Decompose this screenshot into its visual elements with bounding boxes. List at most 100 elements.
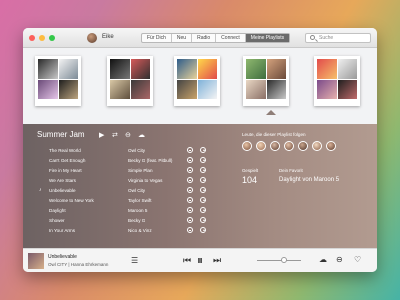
now-playing-artist: Owl CITY | Hanna Ehrkemann (48, 262, 109, 267)
follower-avatar[interactable] (326, 141, 336, 151)
remove-playlist-icon[interactable]: ⊖ (125, 131, 131, 139)
remove-icon[interactable]: ⊖ (336, 255, 343, 264)
tab-fuer-dich[interactable]: Für Dich (142, 34, 172, 42)
remove-track-icon[interactable] (187, 217, 193, 223)
username[interactable]: Eike (102, 34, 114, 40)
search-icon (310, 35, 315, 40)
follower-avatar[interactable] (270, 141, 280, 151)
cloud-download-icon[interactable] (200, 217, 206, 223)
played-label: Gespielt (242, 168, 259, 173)
window-controls (29, 35, 55, 41)
follower-avatar[interactable] (312, 141, 322, 151)
track-row[interactable]: Can't Get Enough Becky G (feat. Pitbull) (37, 156, 215, 166)
track-name: Daylight (49, 208, 66, 213)
remove-track-icon[interactable] (187, 147, 193, 153)
pause-button[interactable]: ⏸ (197, 253, 203, 268)
follower-avatar[interactable] (242, 141, 252, 151)
playlist-detail-panel: Summer Jam ▶ ⇄ ⊖ ☁ The Real World Owl Ci… (23, 124, 377, 248)
favorite-heart-icon[interactable]: ♡ (354, 255, 361, 264)
main-navigation-tabs: Für Dich Neu Radio Connect Meine Playlis… (141, 33, 291, 43)
track-artist: Virginia to Vegas (128, 178, 163, 183)
playlist-card[interactable] (35, 56, 81, 106)
follower-avatar[interactable] (284, 141, 294, 151)
zoom-window-button[interactable] (49, 35, 55, 41)
followers-heading: Leute, die dieser Playlist folgen (242, 132, 306, 137)
track-row-playing[interactable]: ♪ Unbelievable Owl City (37, 186, 215, 196)
search-placeholder: Suche (319, 35, 334, 41)
playlist-cover-grid (246, 59, 286, 99)
favorite-track: Daylight von Maroon 5 (279, 177, 340, 183)
playlist-title: Summer Jam (37, 130, 85, 139)
cloud-download-icon[interactable] (200, 177, 206, 183)
remove-track-icon[interactable] (187, 177, 193, 183)
playlist-cover-grid (317, 59, 357, 99)
cloud-download-icon[interactable]: ☁ (138, 131, 145, 139)
track-name: The Real World (49, 148, 81, 153)
remove-track-icon[interactable] (187, 197, 193, 203)
tab-neu[interactable]: Neu (172, 34, 193, 42)
track-artist: Becky G (128, 218, 146, 223)
playlist-card[interactable] (174, 56, 220, 106)
now-playing-artwork[interactable] (28, 253, 44, 269)
remove-track-icon[interactable] (187, 167, 193, 173)
track-row[interactable]: Shower Becky G (37, 216, 215, 226)
shuffle-icon[interactable]: ⇄ (112, 131, 118, 139)
track-artist: Owl City (128, 188, 146, 193)
favorite-label: Dein Favorit (279, 168, 303, 173)
track-row[interactable]: In Your Arms Nico & Vinz (37, 226, 215, 236)
queue-list-icon[interactable]: ☰ (131, 256, 138, 265)
cloud-download-icon[interactable] (200, 167, 206, 173)
track-artist: Taylor Swift (128, 198, 152, 203)
search-input[interactable]: Suche (305, 33, 371, 43)
cloud-download-icon[interactable] (200, 197, 206, 203)
track-list: The Real World Owl City Can't Get Enough… (37, 146, 215, 236)
cloud-download-icon[interactable] (200, 187, 206, 193)
cloud-download-icon[interactable] (200, 157, 206, 163)
track-artist: Nico & Vinz (128, 228, 152, 233)
track-row[interactable]: Fire in My Heart Simple Plan (37, 166, 215, 176)
playlist-card[interactable] (107, 56, 153, 106)
played-count: 104 (242, 175, 258, 185)
now-playing-icon: ♪ (39, 187, 42, 193)
tab-radio[interactable]: Radio (192, 34, 217, 42)
track-artist: Maroon 5 (128, 208, 148, 213)
follower-avatar[interactable] (298, 141, 308, 151)
remove-track-icon[interactable] (187, 187, 193, 193)
track-name: Unbelievable (49, 188, 76, 193)
cloud-download-icon[interactable]: ☁ (319, 255, 327, 264)
remove-track-icon[interactable] (187, 227, 193, 233)
track-row[interactable]: Welcome to New York Taylor Swift (37, 196, 215, 206)
follower-avatar[interactable] (256, 141, 266, 151)
track-name: Can't Get Enough (49, 158, 86, 163)
minimize-window-button[interactable] (39, 35, 45, 41)
active-playlist-indicator (266, 110, 276, 115)
volume-slider-knob[interactable] (281, 257, 288, 263)
remove-track-icon[interactable] (187, 157, 193, 163)
player-bar: Unbelievable Owl CITY | Hanna Ehrkemann … (23, 248, 377, 272)
close-window-button[interactable] (29, 35, 35, 41)
volume-slider-track[interactable] (257, 260, 301, 261)
cloud-download-icon[interactable] (200, 147, 206, 153)
track-row[interactable]: Daylight Maroon 5 (37, 206, 215, 216)
track-name: Welcome to New York (49, 198, 94, 203)
tab-connect[interactable]: Connect (216, 34, 246, 42)
track-name: We Are Stars (49, 178, 76, 183)
track-artist: Becky G (feat. Pitbull) (128, 158, 173, 163)
play-playlist-button[interactable]: ▶ (99, 131, 104, 139)
next-track-button[interactable]: ⏭ (213, 255, 221, 266)
tab-meine-playlists[interactable]: Meine Playlists (245, 34, 290, 42)
user-avatar[interactable] (87, 33, 97, 43)
previous-track-button[interactable]: ⏮ (183, 255, 191, 266)
cloud-download-icon[interactable] (200, 227, 206, 233)
playlist-cover-grid (177, 59, 217, 99)
track-name: Shower (49, 218, 65, 223)
track-row[interactable]: We Are Stars Virginia to Vegas (37, 176, 215, 186)
playlist-card[interactable] (314, 56, 360, 106)
track-row[interactable]: The Real World Owl City (37, 146, 215, 156)
cloud-download-icon[interactable] (200, 207, 206, 213)
track-artist: Simple Plan (128, 168, 153, 173)
followers-avatars (242, 141, 336, 151)
remove-track-icon[interactable] (187, 207, 193, 213)
playlist-cover-grid (38, 59, 78, 99)
playlist-card-active[interactable] (243, 56, 289, 106)
